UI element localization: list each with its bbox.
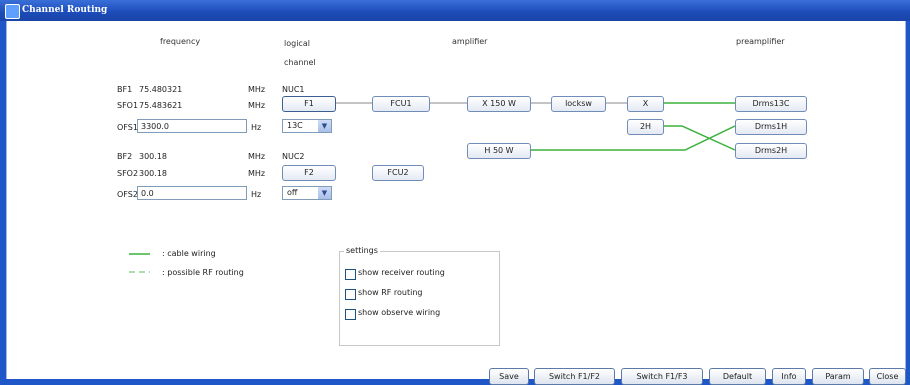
show-receiver-routing-label: show receiver routing (358, 268, 445, 277)
header-channel: channel (284, 58, 316, 67)
legend-cable-label: : cable wiring (162, 249, 216, 258)
wire-2h-drms2h (662, 125, 736, 151)
chevron-down-icon[interactable]: ▼ (318, 120, 331, 132)
chevron-down-icon[interactable]: ▼ (318, 187, 331, 199)
sfo1-label: SFO1 (117, 101, 139, 110)
sfo1-unit: MHz (248, 101, 266, 110)
bf2-value: 300.18 (139, 152, 167, 161)
bf1-value: 75.480321 (139, 85, 183, 94)
param-button[interactable]: Param (812, 368, 864, 385)
bf2-unit: MHz (248, 152, 266, 161)
switch-x-box[interactable]: X (627, 96, 664, 112)
nuc1-select-value: 13C (287, 121, 303, 130)
sfo2-value: 300.18 (139, 169, 167, 178)
sfo1-value: 75.483621 (139, 101, 183, 110)
header-frequency: frequency (160, 37, 201, 46)
preamp-drms1h-box[interactable]: Drms1H (735, 119, 807, 135)
settings-group: settings show receiver routing show RF r… (339, 246, 500, 346)
preamp-drms13c-box[interactable]: Drms13C (735, 96, 807, 112)
switch-f1-f3-button[interactable]: Switch F1/F3 (621, 368, 703, 385)
fcu1-box[interactable]: FCU1 (372, 96, 430, 112)
show-observe-wiring-checkbox[interactable] (345, 309, 356, 320)
show-receiver-routing-checkbox[interactable] (345, 269, 356, 280)
show-rf-routing-checkbox[interactable] (345, 289, 356, 300)
nuc2-select-value: off (287, 188, 298, 197)
nuc1-label: NUC1 (282, 85, 305, 94)
switch-f1-f2-button[interactable]: Switch F1/F2 (534, 368, 615, 385)
amp-x150-box[interactable]: X 150 W (467, 96, 531, 112)
nuc2-select[interactable]: off ▼ (282, 186, 332, 200)
header-logical: logical (284, 39, 310, 48)
bf1-unit: MHz (248, 85, 266, 94)
header-preamplifier: preamplifier (736, 37, 785, 46)
close-button[interactable]: Close (869, 368, 906, 385)
bf1-label: BF1 (117, 85, 133, 94)
ofs1-label: OFS1 (117, 123, 138, 132)
ofs2-unit: Hz (251, 190, 262, 199)
amp-h50-box[interactable]: H 50 W (467, 143, 531, 159)
ofs2-label: OFS2 (117, 190, 138, 199)
nuc1-select[interactable]: 13C ▼ (282, 119, 332, 133)
header-amplifier: amplifier (452, 37, 488, 46)
fcu2-box[interactable]: FCU2 (372, 165, 424, 181)
legend-rf-label: : possible RF routing (162, 268, 244, 277)
ofs2-input[interactable]: 0.0 (137, 186, 247, 200)
show-rf-routing-label: show RF routing (358, 288, 423, 297)
sfo2-unit: MHz (248, 169, 266, 178)
default-button[interactable]: Default (709, 368, 766, 385)
switch-2h-box[interactable]: 2H (627, 119, 664, 135)
info-button[interactable]: Info (772, 368, 806, 385)
bf2-label: BF2 (117, 152, 133, 161)
locksw-box[interactable]: locksw (551, 96, 606, 112)
settings-title: settings (344, 246, 380, 255)
show-observe-wiring-label: show observe wiring (358, 308, 441, 317)
f1-button[interactable]: F1 (282, 96, 336, 112)
preamp-drms2h-box[interactable]: Drms2H (735, 143, 807, 159)
save-button[interactable]: Save (489, 368, 529, 385)
sfo2-label: SFO2 (117, 169, 139, 178)
ofs1-unit: Hz (251, 123, 262, 132)
nuc2-label: NUC2 (282, 152, 305, 161)
ofs1-input[interactable]: 3300.0 (137, 119, 247, 133)
f2-button[interactable]: F2 (282, 165, 336, 181)
